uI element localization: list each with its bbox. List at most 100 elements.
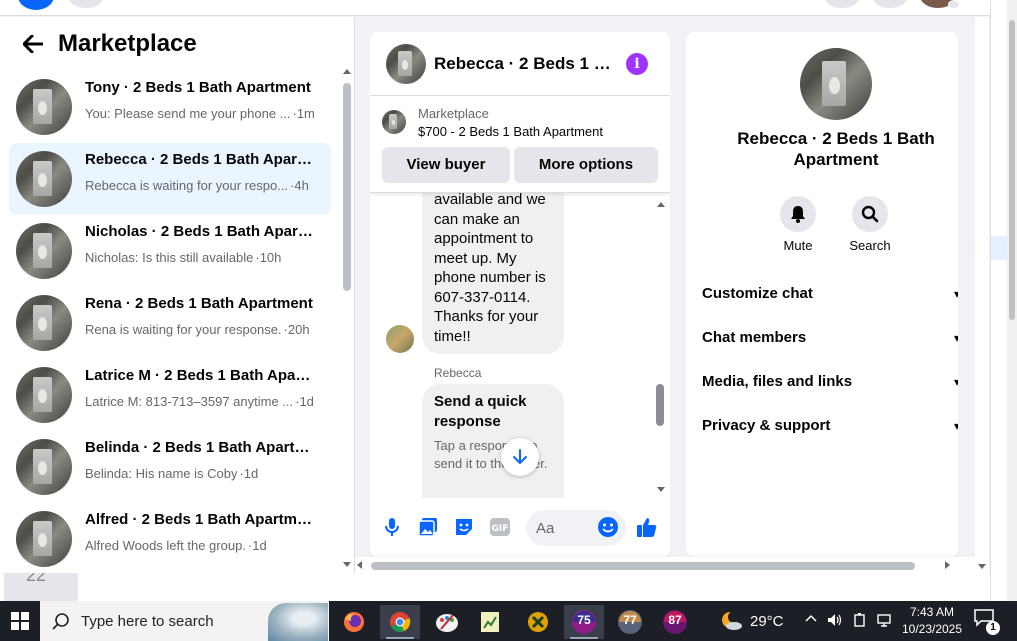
horizontal-scrollbar[interactable]	[355, 557, 975, 573]
taskbar-search-box[interactable]: Type here to search	[40, 601, 329, 641]
quick-response-title: Send a quick response	[434, 393, 527, 430]
temperature: 29°C	[750, 612, 784, 630]
app-badge-87[interactable]: 87	[655, 605, 695, 639]
info-name: Rebecca · 2 Beds 1 Bath Apartment	[737, 129, 935, 169]
chat-avatar[interactable]	[386, 44, 426, 84]
scroll-down-arrow-icon[interactable]	[657, 487, 665, 492]
microphone-icon[interactable]	[381, 516, 403, 538]
back-button[interactable]	[18, 29, 48, 59]
search-circle-button[interactable]	[68, 0, 104, 8]
conversation-name: Belinda · 2 Beds 1 Bath Apartm...	[85, 439, 315, 456]
scroll-thumb[interactable]	[343, 83, 351, 291]
paint-icon[interactable]	[427, 605, 467, 639]
view-buyer-button[interactable]: View buyer	[382, 147, 510, 183]
page-title: Marketplace	[58, 30, 197, 57]
account-caret-icon[interactable]	[948, 0, 960, 9]
conversation-item[interactable]: Nicholas · 2 Beds 1 Bath Apart... Nichola…	[9, 215, 331, 287]
chrome-icon[interactable]	[380, 605, 420, 639]
conversation-avatar	[16, 439, 72, 495]
menu-circle-button[interactable]	[824, 0, 860, 8]
search-button[interactable]: Search	[840, 196, 900, 253]
conversation-item[interactable]: Belinda · 2 Beds 1 Bath Apartm... Belinda…	[9, 431, 331, 503]
info-avatar[interactable]	[800, 48, 872, 120]
messenger-circle-button[interactable]	[872, 0, 908, 8]
emoji-icon[interactable]	[597, 516, 619, 538]
listing-price[interactable]: $700 - 2 Beds 1 Bath Apartment	[418, 124, 603, 139]
speaker-icon[interactable]	[827, 613, 843, 633]
chart-app-icon[interactable]	[470, 605, 510, 639]
background-number: 22	[4, 566, 78, 601]
facebook-topbar	[0, 0, 990, 16]
info-menu-item[interactable]: Media, files and links ▾	[686, 360, 958, 404]
chat-title[interactable]: Rebecca · 2 Beds 1 B...	[434, 54, 614, 74]
scroll-down-arrow-icon[interactable]	[978, 564, 986, 569]
message-composer: GIF	[370, 506, 670, 550]
message-line: 607-337-0114.	[434, 288, 531, 306]
chevron-down-icon: ▾	[953, 375, 958, 389]
firefox-icon[interactable]	[334, 605, 374, 639]
message-line: appointment to	[434, 230, 534, 247]
info-menu-item[interactable]: Customize chat ▾	[686, 272, 958, 316]
badge-count: 75	[577, 613, 591, 627]
system-tray	[805, 613, 893, 633]
battery-icon[interactable]	[853, 613, 867, 633]
app-x-icon[interactable]	[518, 605, 558, 639]
conversation-item[interactable]: Rebecca · 2 Beds 1 Bath Apartm... Rebecca…	[9, 143, 331, 215]
conversation-avatar	[16, 511, 72, 567]
page-scrollbar[interactable]	[1007, 0, 1017, 601]
scroll-up-arrow-icon[interactable]	[657, 202, 665, 207]
sender-avatar[interactable]	[386, 325, 414, 353]
windows-start-button[interactable]	[0, 601, 40, 641]
app-badge-77[interactable]: 77	[610, 605, 650, 639]
info-menu-item[interactable]: Chat members ▾	[686, 316, 958, 360]
gif-icon[interactable]: GIF	[489, 516, 511, 538]
info-menu-label: Chat members	[702, 329, 807, 346]
info-menu: Customize chat ▾ Chat members ▾ Media, files…	[686, 272, 958, 448]
more-options-button[interactable]: More options	[514, 147, 658, 183]
thread-scrollbar[interactable]	[654, 200, 668, 498]
thumbs-up-icon[interactable]	[636, 516, 658, 538]
clock-time: 7:43 AM	[909, 605, 955, 619]
conversation-name: Nicholas · 2 Beds 1 Bath Apart...	[85, 223, 315, 240]
photo-icon[interactable]	[417, 516, 439, 538]
scroll-thumb[interactable]	[371, 562, 915, 570]
scroll-down-arrow-icon[interactable]	[343, 562, 351, 567]
scroll-right-arrow-icon[interactable]	[945, 561, 950, 569]
sticker-icon[interactable]	[453, 516, 475, 538]
facebook-logo-icon[interactable]	[18, 0, 54, 10]
notification-center-button[interactable]: 1	[974, 609, 1000, 635]
conversation-scrollbar[interactable]	[340, 67, 354, 567]
conversation-item[interactable]: Tony · 2 Beds 1 Bath Apartment You: Pleas…	[9, 71, 331, 143]
conversation-time: ·4h	[290, 178, 309, 193]
weather-widget[interactable]: 29°C	[720, 609, 790, 633]
window-vertical-scrollbar[interactable]	[975, 17, 989, 573]
network-icon[interactable]	[877, 613, 893, 633]
info-icon[interactable]: i	[626, 53, 648, 75]
marketplace-chat-list: Marketplace Tony · 2 Beds 1 Bath Apartme…	[0, 17, 355, 573]
mute-button[interactable]: Mute	[768, 196, 828, 253]
scroll-thumb[interactable]	[656, 384, 664, 426]
scroll-left-arrow-icon[interactable]	[357, 561, 362, 569]
conversation-item[interactable]: Latrice M · 2 Beds 1 Bath Apart... Latric…	[9, 359, 331, 431]
conversation-item[interactable]: Rena · 2 Beds 1 Bath Apartment Rena is wa…	[9, 287, 331, 359]
taskbar-clock[interactable]: 7:43 AM 10/23/2025	[896, 604, 968, 638]
chevron-down-icon: ▾	[953, 419, 958, 433]
scroll-up-arrow-icon[interactable]	[343, 69, 351, 74]
conversation-name: Rena · 2 Beds 1 Bath Apartment	[85, 295, 313, 312]
message-thread: available and we can make an appointment t…	[370, 192, 670, 498]
conversation-time: ·1m	[292, 106, 315, 121]
conversation-preview: Belinda: His name is Coby	[85, 466, 238, 481]
conversation-item[interactable]: Alfred · 2 Beds 1 Bath Apartment Alfred W…	[9, 503, 331, 575]
conversation-name: Latrice M · 2 Beds 1 Bath Apart...	[85, 367, 315, 384]
chevron-up-icon[interactable]	[805, 613, 817, 633]
arrow-left-icon	[23, 35, 43, 53]
message-line: available and we	[434, 192, 546, 208]
scroll-to-bottom-button[interactable]	[501, 438, 539, 476]
chevron-down-icon: ▾	[953, 287, 958, 301]
notification-count: 1	[986, 621, 1000, 635]
info-menu-item[interactable]: Privacy & support ▾	[686, 404, 958, 448]
conversation-time: ·1d	[239, 466, 259, 481]
info-menu-label: Customize chat	[702, 285, 813, 302]
app-badge-75[interactable]: 75	[564, 605, 604, 639]
svg-text:GIF: GIF	[492, 524, 509, 534]
